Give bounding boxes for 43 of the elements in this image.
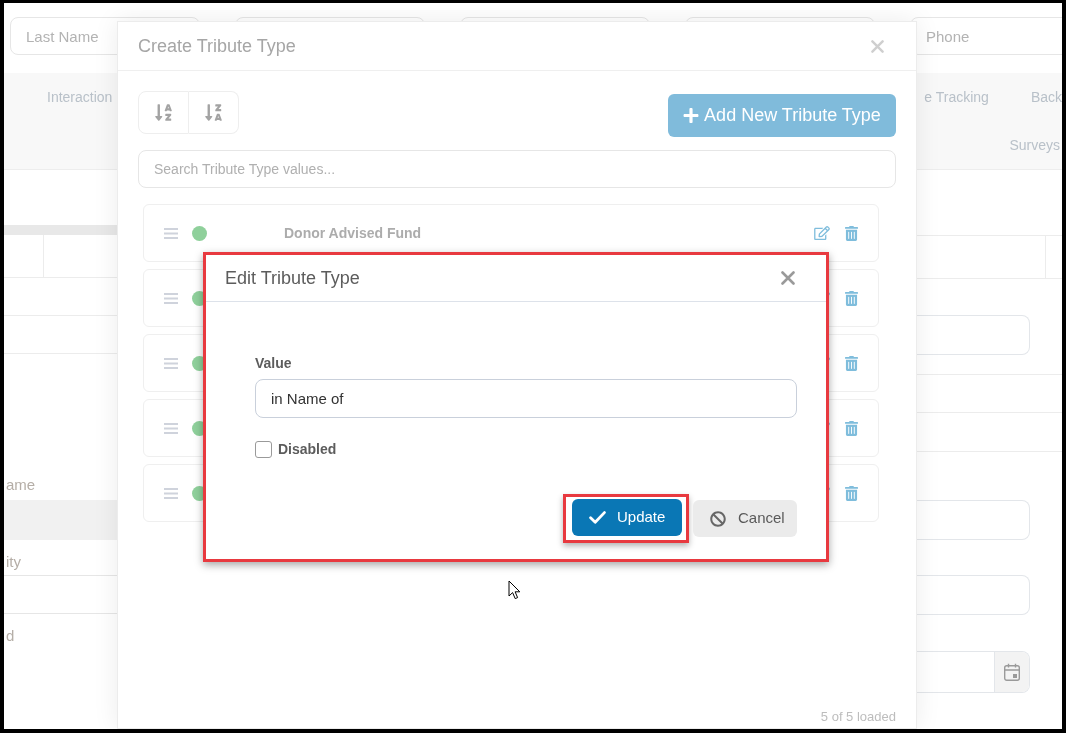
trash-icon[interactable] [845, 355, 858, 371]
dialog-title: Edit Tribute Type [225, 267, 360, 289]
check-icon [589, 511, 606, 524]
field-label: Value [255, 355, 293, 372]
update-button[interactable]: Update [572, 499, 682, 536]
field-label: d [5, 627, 16, 644]
search-field[interactable]: Search Tribute Type values... [138, 150, 896, 188]
nav-tab[interactable]: Interaction [47, 89, 113, 106]
ban-icon [710, 510, 726, 527]
cursor-icon [508, 580, 521, 600]
nav-tab[interactable]: Surveys [1009, 137, 1060, 154]
trash-icon[interactable] [845, 485, 858, 501]
filter-field[interactable]: Phone [910, 17, 1062, 55]
sort-z-a-button[interactable] [189, 91, 239, 134]
edit-icon[interactable] [814, 226, 830, 240]
trash-icon[interactable] [845, 225, 858, 241]
sort-a-z-button[interactable] [138, 91, 189, 134]
drag-handle-icon[interactable] [164, 227, 178, 239]
trash-icon[interactable] [845, 420, 858, 436]
calendar-icon [1004, 663, 1020, 681]
trash-icon[interactable] [845, 290, 858, 306]
drag-handle-icon[interactable] [164, 292, 178, 304]
input-field[interactable] [4, 575, 117, 614]
calendar-button[interactable] [994, 652, 1029, 692]
sort-a-z-icon [155, 103, 172, 122]
item-label: Donor Advised Fund [284, 224, 422, 242]
value-input[interactable]: in Name of [255, 379, 797, 418]
close-icon[interactable] [871, 39, 884, 53]
sort-z-a-icon [205, 103, 222, 122]
checkbox[interactable] [255, 441, 272, 458]
close-icon[interactable] [781, 271, 795, 285]
plus-icon [683, 107, 700, 124]
add-button[interactable]: Add New Tribute Type [668, 94, 896, 137]
drag-handle-icon[interactable] [164, 357, 178, 369]
field-label: ity [5, 553, 22, 570]
drag-handle-icon[interactable] [164, 422, 178, 434]
cancel-button[interactable]: Cancel [693, 500, 797, 537]
checkbox-label: Disabled [278, 441, 337, 458]
drag-handle-icon[interactable] [164, 487, 178, 499]
loaded-count: 5 of 5 loaded [820, 709, 896, 725]
field-label: ame [5, 476, 37, 493]
nav-tab[interactable]: Back [1030, 89, 1062, 106]
nav-tab[interactable]: e Tracking [924, 89, 989, 106]
